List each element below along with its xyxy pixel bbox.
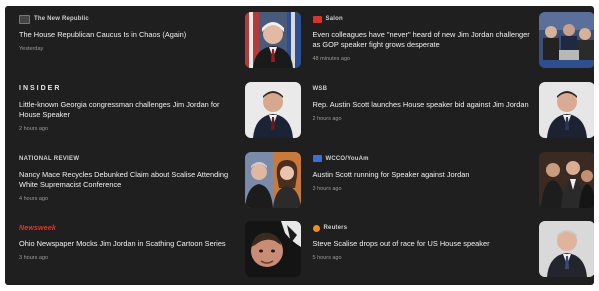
source-name: NATIONAL REVIEW [19,155,80,162]
man-in-suit-photo-icon[interactable] [538,221,594,278]
source-row: Salon [312,14,533,24]
timestamp: 2 hours ago [312,115,342,122]
news-card[interactable]: NATIONAL REVIEW Nancy Mace Recycles Debu… [5,146,301,216]
source-logo-icon [312,155,322,162]
source-logo-icon [312,15,322,23]
news-card-text: Salon Even colleagues have "never" heard… [312,14,533,62]
source-name: INSIDER [19,85,62,93]
man-in-suit-photo-icon[interactable] [245,81,301,138]
news-card[interactable]: INSIDER Little-known Georgia congressman… [5,76,301,146]
timestamp: 3 hours ago [312,185,342,192]
portrait-with-flags-photo-icon[interactable] [245,12,301,68]
news-card-text: WSB Rep. Austin Scott launches House spe… [313,84,533,122]
news-card[interactable]: WSB Rep. Austin Scott launches House spe… [300,76,594,146]
headline-link[interactable]: Rep. Austin Scott launches House speaker… [313,100,533,110]
source-logo-icon [19,14,30,24]
source-row: Reuters [312,223,533,233]
source-row: WSB [313,84,533,94]
headline-link[interactable]: Ohio Newspaper Mocks Jim Jordan in Scath… [19,239,237,249]
source-name: Reuters [323,225,348,232]
close-up-face-photo-icon[interactable] [245,221,301,278]
timestamp: Yesterday [19,46,44,52]
news-card-text: NATIONAL REVIEW Nancy Mace Recycles Debu… [19,154,237,202]
news-card-text: Newsweek Ohio Newspaper Mocks Jim Jordan… [19,223,237,262]
source-row: WCCO/YouAm [312,154,533,164]
headline-link[interactable]: Little-known Georgia congressman challen… [19,100,237,120]
crowd-at-podium-photo-icon[interactable] [538,12,594,68]
source-logo-icon [312,224,320,232]
timestamp: 2 hours ago [19,125,49,132]
headline-link[interactable]: Austin Scott running for Speaker against… [313,170,533,180]
group-of-men-photo-icon[interactable] [538,151,594,208]
source-row: The New Republic [19,14,237,24]
news-card[interactable]: Reuters Steve Scalise drops out of race … [300,215,594,285]
news-panel: The New Republic The House Republican Ca… [5,6,594,285]
news-card[interactable]: WCCO/YouAm Austin Scott running for Spea… [300,146,594,216]
news-card-text: INSIDER Little-known Georgia congressman… [19,84,237,132]
timestamp: 3 hours ago [19,255,49,262]
headline-link[interactable]: The House Republican Caucus Is in Chaos … [19,30,237,40]
timestamp: 4 hours ago [19,195,49,202]
headline-link[interactable]: Steve Scalise drops out of race for US H… [313,239,533,249]
two-portraits-photo-icon[interactable] [245,151,301,208]
source-name: WCCO/YouAm [325,155,369,162]
news-grid: The New Republic The House Republican Ca… [5,6,594,285]
source-name: Salon [325,16,343,22]
news-card-text: WCCO/YouAm Austin Scott running for Spea… [312,154,533,192]
news-card-text: The New Republic The House Republican Ca… [19,14,237,52]
source-row: INSIDER [19,84,237,94]
timestamp: 48 minutes ago [312,56,351,62]
source-name: WSB [312,85,328,92]
headline-link[interactable]: Nancy Mace Recycles Debunked Claim about… [19,170,237,190]
source-name: The New Republic [34,16,89,22]
source-name: Newsweek [19,224,57,232]
timestamp: 5 hours ago [312,255,342,262]
man-in-suit-photo-icon[interactable] [538,81,594,138]
headline-link[interactable]: Even colleagues have "never" heard of ne… [313,30,533,50]
news-card[interactable]: Newsweek Ohio Newspaper Mocks Jim Jordan… [5,215,301,285]
source-row: Newsweek [19,223,237,233]
news-card[interactable]: The New Republic The House Republican Ca… [5,6,301,76]
news-card-text: Reuters Steve Scalise drops out of race … [312,223,533,262]
news-card[interactable]: Salon Even colleagues have "never" heard… [300,6,594,76]
source-row: NATIONAL REVIEW [19,154,237,164]
